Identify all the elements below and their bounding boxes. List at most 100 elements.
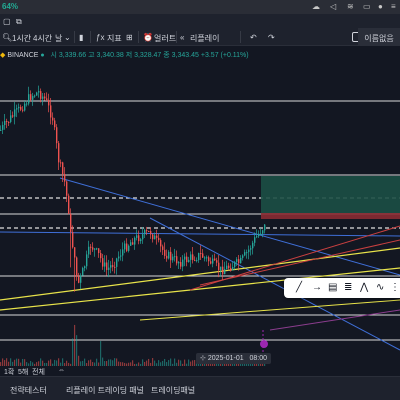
candle-body	[46, 98, 48, 100]
candle-body	[88, 246, 90, 255]
wave-icon[interactable]: ∿	[376, 282, 384, 293]
candle-body	[74, 247, 76, 258]
candle-body	[162, 246, 164, 250]
candle-body	[226, 265, 228, 270]
stop-zone-box	[261, 213, 400, 219]
candle-body	[24, 103, 26, 111]
volume-bar	[2, 358, 4, 366]
redo-icon[interactable]: ↷	[268, 33, 275, 42]
speaker-icon[interactable]: ◁	[330, 2, 336, 11]
candle-body	[138, 235, 140, 242]
candle-body	[132, 242, 134, 245]
candle-body	[160, 240, 162, 247]
candle-body	[188, 259, 190, 263]
battery-icon[interactable]: ▭	[363, 2, 371, 11]
tab-strategy-tester[interactable]: 전략테스터	[10, 385, 47, 396]
volume-bar	[40, 358, 42, 366]
wifi-icon[interactable]: ≋	[347, 2, 354, 11]
pattern-icon[interactable]: ⋀	[360, 282, 368, 293]
volume-bar	[16, 358, 18, 366]
candle-body	[176, 256, 178, 264]
price-chart[interactable]	[0, 46, 400, 366]
timeframe-1h[interactable]: 1시간	[12, 33, 31, 44]
volume-bar	[114, 358, 116, 366]
low-value: 저 3,328.47	[125, 52, 162, 59]
candle-body	[236, 259, 238, 262]
exchange-logo-icon: ◆	[0, 52, 6, 59]
candle-body	[168, 251, 170, 259]
candle-body	[92, 247, 94, 250]
divider	[176, 31, 177, 43]
volume-bar	[164, 358, 166, 366]
candle-body	[14, 109, 16, 117]
candle-body	[60, 162, 62, 164]
fib-icon[interactable]: ≣	[344, 282, 352, 293]
more-tools-icon[interactable]: ⋮	[390, 282, 400, 293]
pencil-icon[interactable]: ╱	[296, 282, 302, 293]
candle-body	[232, 267, 234, 271]
replay-button[interactable]: 리플레이	[190, 33, 219, 44]
replay-icon[interactable]: «	[180, 33, 184, 42]
layout-name-button[interactable]: 이름없음	[358, 28, 400, 46]
pages-icon[interactable]: ⧉	[16, 17, 22, 27]
divider	[90, 31, 91, 43]
timeframe-4h[interactable]: 4시간	[33, 33, 52, 44]
indicators-icon[interactable]: ƒx	[96, 33, 104, 42]
alert-icon[interactable]: ⏰	[143, 33, 153, 42]
timeframe-more[interactable]: 날	[55, 33, 62, 44]
crosshair-date: 2025-01-01	[207, 355, 244, 362]
candle-body	[8, 121, 10, 123]
candle-body	[228, 265, 230, 269]
high-value: 고 3,340.38	[88, 52, 124, 59]
candle-body	[52, 117, 54, 121]
candle-body	[220, 266, 222, 271]
candle-body	[246, 252, 248, 254]
chevron-down-icon[interactable]: ⌄	[64, 33, 71, 42]
candle-body	[128, 245, 130, 251]
candle-body	[30, 94, 32, 100]
alert-button[interactable]: 얼러트	[154, 33, 176, 44]
candle-body	[230, 268, 232, 271]
candle-type-icon[interactable]: ▮	[79, 33, 83, 42]
chart-canvas[interactable]	[0, 46, 400, 366]
candle-body	[10, 115, 12, 122]
candle-body	[58, 143, 60, 163]
tab-trading-panel[interactable]: 트레이딩패널	[151, 385, 195, 396]
menu-icon[interactable]: ≡	[391, 2, 396, 11]
undo-icon[interactable]: ↶	[250, 33, 257, 42]
candle-body	[150, 231, 152, 235]
volume-bar	[152, 358, 154, 366]
candle-body	[204, 257, 206, 259]
range-selector: 1확 5해 전체 ⇔	[0, 366, 400, 376]
candle-body	[178, 262, 180, 264]
layout-icon[interactable]: ▢	[3, 17, 11, 26]
candle-body	[218, 262, 220, 271]
drawing-toolbar: ╱ → ▤ ≣ ⋀ ∿ ⋮	[284, 278, 400, 298]
tab-replay-trading[interactable]: 리플레이 트레이딩 패널	[66, 385, 144, 396]
user-icon[interactable]: ●	[378, 2, 383, 11]
parallel-channel-icon[interactable]: ▤	[328, 282, 337, 293]
candle-body	[80, 275, 82, 283]
volume-bar	[100, 341, 102, 366]
candle-body	[104, 262, 106, 267]
candle-body	[254, 237, 256, 243]
symbol-label[interactable]: BINANCE	[7, 52, 38, 59]
candle-body	[72, 232, 74, 248]
candle-body	[86, 254, 88, 267]
candle-body	[50, 105, 52, 118]
candle-body	[238, 259, 240, 264]
yellow-trendline	[139, 299, 400, 321]
candle-body	[136, 235, 138, 238]
symbol-search-icon[interactable]: 🔍︎	[2, 33, 12, 42]
indicators-button[interactable]: 지표	[107, 33, 122, 44]
cloud-icon[interactable]: ☁	[312, 2, 320, 11]
purple-trendline	[269, 309, 400, 331]
candle-body	[260, 233, 262, 235]
templates-icon[interactable]: ⊞	[126, 33, 133, 42]
candle-body	[180, 262, 182, 267]
candle-body	[214, 258, 216, 261]
date-range-icon[interactable]: ⇔	[58, 367, 65, 374]
volume-bar	[50, 359, 52, 366]
horizontal-ray-icon[interactable]: →	[312, 282, 322, 293]
candle-body	[194, 259, 196, 261]
